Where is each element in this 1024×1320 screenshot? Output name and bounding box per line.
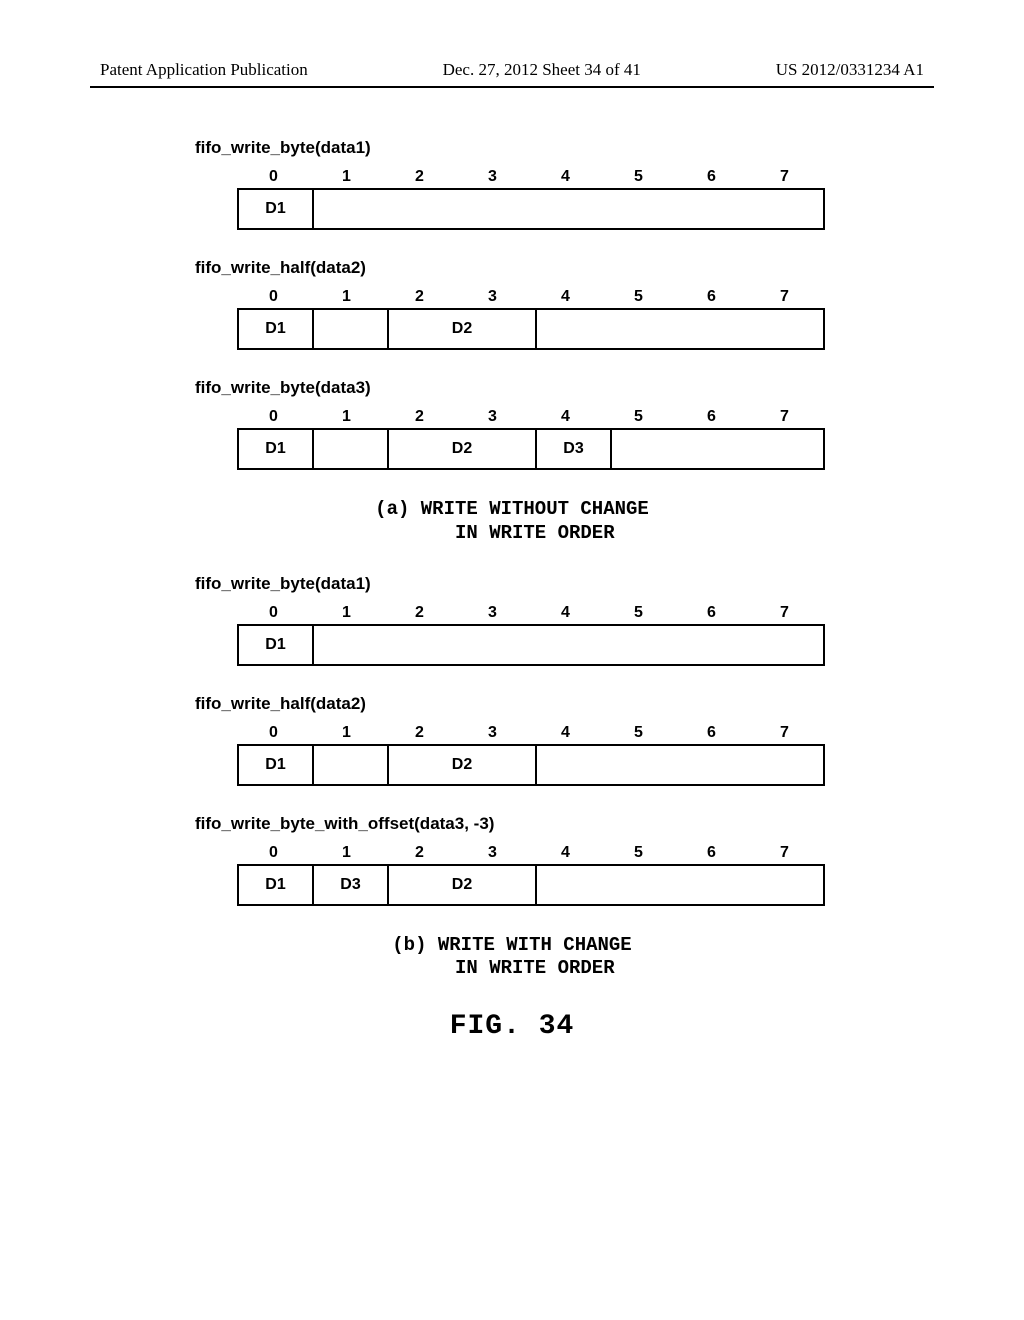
byte-strip: D1 D2 <box>237 744 825 786</box>
cell <box>314 310 389 348</box>
group-b-step-2: fifo_write_half(data2) 0 1 2 3 4 5 6 7 D… <box>195 694 934 786</box>
group-a-step-3: fifo_write_byte(data3) 0 1 2 3 4 5 6 7 D… <box>195 378 934 470</box>
caption-a: (a) WRITE WITHOUT CHANGE IN WRITE ORDER <box>90 498 934 546</box>
cell: D1 <box>239 746 314 784</box>
index-row: 0 1 2 3 4 5 6 7 <box>237 168 934 188</box>
index-row: 0 1 2 3 4 5 6 7 <box>237 724 934 744</box>
header-rule <box>90 86 934 88</box>
cell <box>314 746 389 784</box>
cell: D3 <box>314 866 389 904</box>
cell-empty <box>314 190 823 228</box>
fn-label: fifo_write_byte(data3) <box>195 378 934 398</box>
group-a-step-1: fifo_write_byte(data1) 0 1 2 3 4 5 6 7 D… <box>195 138 934 230</box>
fn-label: fifo_write_byte_with_offset(data3, -3) <box>195 814 934 834</box>
byte-strip: D1 <box>237 624 825 666</box>
figure-label: FIG. 34 <box>90 1011 934 1042</box>
cell: D2 <box>389 746 537 784</box>
cell-empty <box>314 626 823 664</box>
page-header: Patent Application Publication Dec. 27, … <box>90 60 934 80</box>
header-left: Patent Application Publication <box>100 60 308 80</box>
cell-empty <box>537 866 823 904</box>
header-center: Dec. 27, 2012 Sheet 34 of 41 <box>443 60 641 80</box>
cell <box>314 430 389 468</box>
group-a-step-2: fifo_write_half(data2) 0 1 2 3 4 5 6 7 D… <box>195 258 934 350</box>
index-row: 0 1 2 3 4 5 6 7 <box>237 844 934 864</box>
cell-empty <box>537 746 823 784</box>
cell-empty <box>612 430 823 468</box>
cell: D1 <box>239 310 314 348</box>
byte-strip: D1 D2 D3 <box>237 428 825 470</box>
group-b-step-1: fifo_write_byte(data1) 0 1 2 3 4 5 6 7 D… <box>195 574 934 666</box>
fn-label: fifo_write_half(data2) <box>195 258 934 278</box>
group-b-step-3: fifo_write_byte_with_offset(data3, -3) 0… <box>195 814 934 906</box>
fn-label: fifo_write_byte(data1) <box>195 138 934 158</box>
header-right: US 2012/0331234 A1 <box>776 60 924 80</box>
cell: D2 <box>389 866 537 904</box>
byte-strip: D1 D3 D2 <box>237 864 825 906</box>
cell: D3 <box>537 430 612 468</box>
cell: D2 <box>389 430 537 468</box>
byte-strip: D1 D2 <box>237 308 825 350</box>
fn-label: fifo_write_half(data2) <box>195 694 934 714</box>
index-row: 0 1 2 3 4 5 6 7 <box>237 288 934 308</box>
byte-strip: D1 <box>237 188 825 230</box>
cell: D1 <box>239 866 314 904</box>
cell: D1 <box>239 190 314 228</box>
index-row: 0 1 2 3 4 5 6 7 <box>237 604 934 624</box>
cell: D1 <box>239 626 314 664</box>
index-row: 0 1 2 3 4 5 6 7 <box>237 408 934 428</box>
fn-label: fifo_write_byte(data1) <box>195 574 934 594</box>
cell: D2 <box>389 310 537 348</box>
caption-b: (b) WRITE WITH CHANGE IN WRITE ORDER <box>90 934 934 982</box>
cell-empty <box>537 310 823 348</box>
cell: D1 <box>239 430 314 468</box>
